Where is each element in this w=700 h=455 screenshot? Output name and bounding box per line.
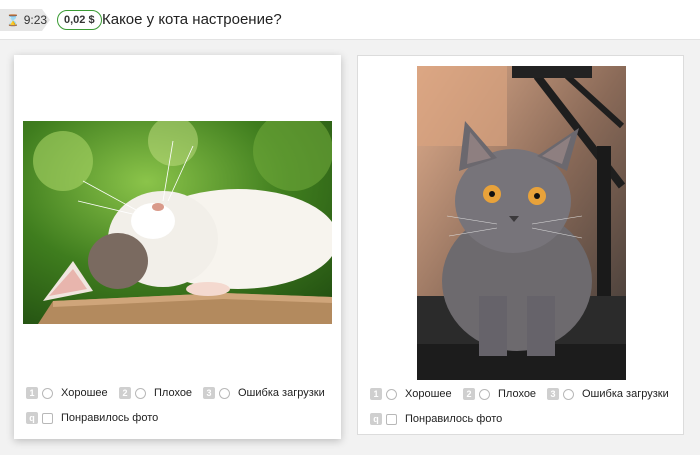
cat-photo-sleeping [23, 121, 332, 324]
option-bad[interactable]: 2 Плохое [119, 387, 203, 399]
option-bad[interactable]: 2 Плохое [463, 388, 547, 400]
radio-good[interactable] [386, 388, 397, 400]
option-good[interactable]: 1 Хорошее [370, 388, 463, 400]
option-good[interactable]: 1 Хорошее [26, 387, 119, 399]
mood-options: 1 Хорошее 2 Плохое 3 Ошибка загрузки [370, 388, 669, 400]
option-good-label: Хорошее [61, 387, 108, 399]
option-load-error[interactable]: 3 Ошибка загрузки [203, 387, 325, 399]
page-title: Какое у кота настроение? [102, 11, 282, 28]
timer-value: 9:23 [23, 13, 48, 27]
task-card-1: 1 Хорошее 2 Плохое 3 Ошибка загрузки q П… [14, 55, 341, 439]
mood-options: 1 Хорошее 2 Плохое 3 Ошибка загрузки [26, 387, 325, 399]
like-photo-checkbox[interactable] [386, 413, 397, 425]
option-load-error[interactable]: 3 Ошибка загрузки [547, 388, 669, 400]
option-bad-label: Плохое [498, 388, 537, 400]
hotkey-badge: 3 [203, 387, 215, 399]
option-load-error-label: Ошибка загрузки [582, 388, 669, 400]
hotkey-badge: 1 [370, 388, 382, 400]
cat-photo-gray [417, 66, 626, 380]
hotkey-badge: q [26, 412, 38, 424]
price-badge: 0,02 $ [57, 10, 102, 30]
hotkey-badge: 3 [547, 388, 559, 400]
like-option: q Понравилось фото [370, 413, 502, 425]
gray-cat-image [417, 66, 626, 380]
radio-load-error[interactable] [219, 387, 230, 399]
option-bad-label: Плохое [154, 387, 193, 399]
option-load-error-label: Ошибка загрузки [238, 387, 325, 399]
like-photo-label: Понравилось фото [405, 413, 503, 425]
hotkey-badge: q [370, 413, 382, 425]
hotkey-badge: 1 [26, 387, 38, 399]
like-photo-label: Понравилось фото [61, 412, 159, 424]
sleeping-cat-image [23, 121, 332, 324]
timer: ⌛ 9:23 [0, 9, 50, 31]
task-header: ⌛ 9:23 0,02 $ Какое у кота настроение? [0, 0, 700, 40]
task-card-2: 1 Хорошее 2 Плохое 3 Ошибка загрузки q П… [357, 55, 684, 435]
hotkey-badge: 2 [463, 388, 475, 400]
radio-load-error[interactable] [563, 388, 574, 400]
like-photo-checkbox-row[interactable]: q Понравилось фото [370, 413, 502, 425]
radio-bad[interactable] [135, 387, 146, 399]
radio-good[interactable] [42, 387, 53, 399]
like-photo-checkbox-row[interactable]: q Понравилось фото [26, 412, 158, 424]
hourglass-icon: ⌛ [6, 14, 20, 27]
radio-bad[interactable] [479, 388, 490, 400]
hotkey-badge: 2 [119, 387, 131, 399]
like-photo-checkbox[interactable] [42, 412, 53, 424]
option-good-label: Хорошее [405, 388, 452, 400]
like-option: q Понравилось фото [26, 412, 158, 424]
